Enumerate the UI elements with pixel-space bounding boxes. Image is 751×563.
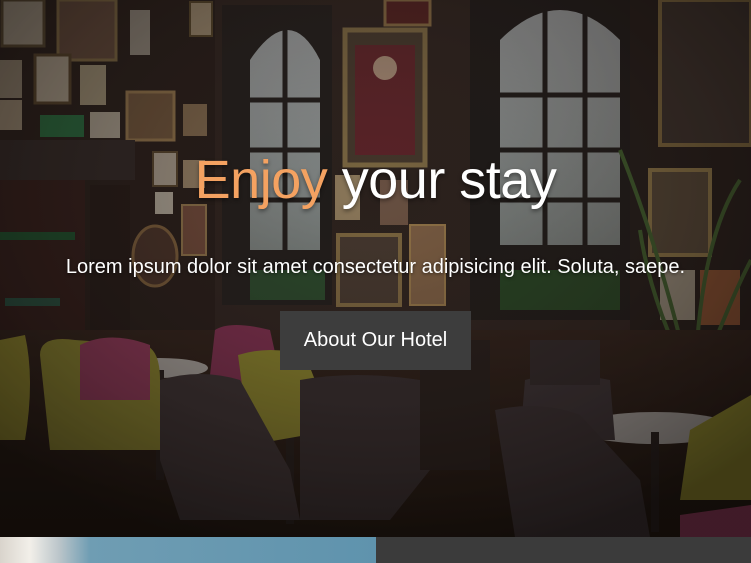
next-section-panel-right (376, 537, 751, 563)
next-section-image-left (0, 537, 376, 563)
hero-content: Enjoy your stay Lorem ipsum dolor sit am… (0, 0, 751, 537)
hero-title: Enjoy your stay (0, 148, 751, 212)
hero-title-accent: Enjoy (194, 150, 328, 210)
hero-subtitle: Lorem ipsum dolor sit amet consectetur a… (65, 256, 686, 278)
hero-section: Enjoy your stay Lorem ipsum dolor sit am… (0, 0, 751, 537)
hero-title-rest: your stay (341, 150, 557, 210)
about-hotel-button[interactable]: About Our Hotel (280, 311, 471, 370)
